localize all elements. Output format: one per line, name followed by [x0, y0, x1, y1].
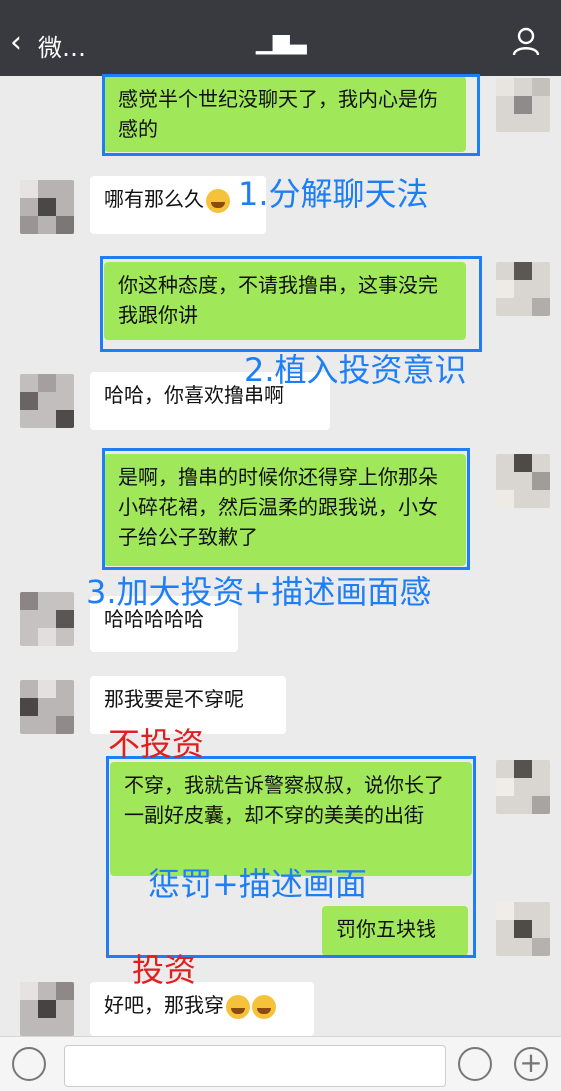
back-label[interactable]: 微… — [38, 28, 86, 63]
avatar-self[interactable] — [496, 902, 550, 956]
avatar-contact[interactable] — [20, 982, 74, 1036]
message-input[interactable] — [64, 1045, 446, 1087]
emoji-icon — [206, 188, 230, 213]
avatar-self[interactable] — [496, 78, 550, 132]
annotation-label: 不投资 — [108, 725, 205, 763]
avatar-contact[interactable] — [20, 374, 74, 428]
message-outgoing[interactable]: 感觉半个世纪没聊天了，我内心是伤感的 — [104, 76, 466, 152]
avatar-contact[interactable] — [20, 592, 74, 646]
avatar-contact[interactable] — [20, 680, 74, 734]
message-outgoing[interactable]: 不穿，我就告诉警察叔叔，说你长了一副好皮囊，却不穿的美美的出街 — [110, 762, 472, 876]
avatar-self[interactable] — [496, 262, 550, 316]
emoji-icon — [226, 994, 250, 1019]
message-incoming[interactable]: 好吧，那我穿 — [90, 982, 314, 1036]
user-icon[interactable] — [511, 26, 541, 56]
avatar-self[interactable] — [496, 760, 550, 814]
message-outgoing[interactable]: 罚你五块钱 — [322, 906, 468, 956]
message-text: 哪有那么久 — [104, 187, 204, 211]
annotation-label: 3.加大投资+描述画面感 — [86, 573, 432, 611]
avatar-self[interactable] — [496, 454, 550, 508]
chevron-left-icon[interactable]: ‹ — [10, 28, 22, 58]
chat-title: ▁▆▃ — [245, 30, 307, 55]
annotation-label: 1.分解聊天法 — [238, 175, 429, 213]
annotation-label: 投资 — [132, 951, 197, 989]
input-bar: + — [0, 1036, 561, 1091]
avatar-contact[interactable] — [20, 180, 74, 234]
message-text: 好吧，那我穿 — [104, 993, 224, 1017]
message-outgoing[interactable]: 是啊，撸串的时候你还得穿上你那朵小碎花裙，然后温柔的跟我说，小女子给公子致歉了 — [104, 454, 466, 566]
chat-header: ‹ 微… ▁▆▃ — [0, 0, 561, 76]
emoji-icon[interactable] — [458, 1047, 492, 1081]
annotation-label: 2.植入投资意识 — [244, 351, 467, 389]
annotation-label: 惩罚+描述画面 — [148, 865, 367, 903]
emoji-icon — [252, 994, 276, 1019]
message-outgoing[interactable]: 你这种态度，不请我撸串，这事没完我跟你讲 — [104, 262, 466, 340]
voice-icon[interactable] — [12, 1047, 46, 1081]
plus-icon[interactable]: + — [514, 1047, 548, 1081]
